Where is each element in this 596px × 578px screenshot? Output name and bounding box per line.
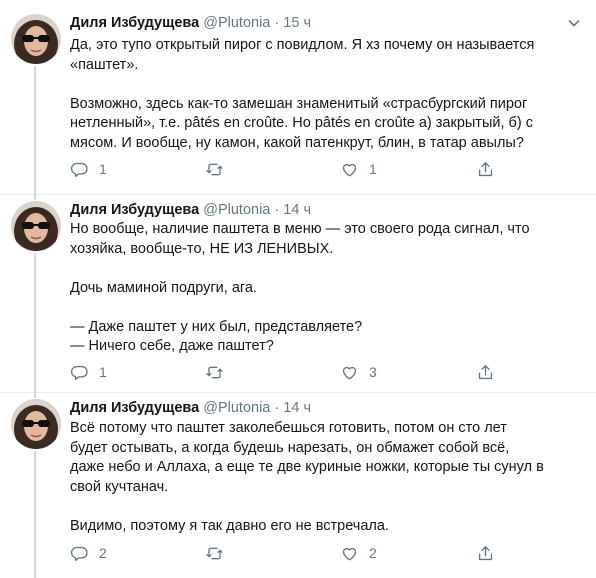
- tweet-text: Да, это тупо открытый пирог с повидлом. …: [70, 36, 580, 153]
- reply-icon: [70, 162, 88, 177]
- tweet-text-line: Видимо, поэтому я так давно его не встре…: [70, 517, 389, 534]
- tweet-thread: Диля Избудущева @Plutonia · 15 ч Да, это…: [0, 0, 596, 578]
- separator-dot: ·: [274, 15, 280, 31]
- like-count: 3: [369, 364, 377, 380]
- retweet-icon: [206, 163, 223, 175]
- avatar[interactable]: [11, 201, 61, 251]
- tweet-text-line: — Ничего себе, даже паштет?: [70, 338, 274, 354]
- avatar[interactable]: [11, 14, 61, 64]
- tweet[interactable]: Диля Избудущева @Plutonia · 14 ч Но вооб…: [0, 195, 596, 393]
- tweet-text-line: Возможно, здесь как-то замешан знамениты…: [70, 95, 528, 112]
- like-button[interactable]: 3: [340, 362, 377, 382]
- reply-icon: [70, 365, 88, 380]
- timestamp[interactable]: 14 ч: [283, 400, 311, 416]
- tweet-text-line: Да, это тупо открытый пирог с повидлом. …: [70, 37, 535, 53]
- reply-button[interactable]: 1: [70, 159, 107, 179]
- author-name[interactable]: Диля Избудущева: [70, 202, 199, 218]
- heart-icon: [342, 547, 357, 561]
- share-button[interactable]: [476, 362, 495, 382]
- thread-connector: [34, 253, 36, 393]
- heart-icon: [342, 163, 357, 177]
- separator-dot: ·: [274, 400, 280, 416]
- action-bar: 1 1: [70, 159, 570, 179]
- author-handle[interactable]: @Plutonia: [203, 15, 270, 31]
- like-count: 1: [369, 161, 377, 177]
- tweet-text-line: — Даже паштет у них был, представляете?: [70, 318, 363, 335]
- tweet[interactable]: Диля Избудущева @Plutonia · 14 ч Всё пот…: [0, 393, 596, 578]
- share-icon: [478, 545, 493, 560]
- share-button[interactable]: [476, 543, 495, 563]
- tweet-text-line: Но вообще, наличие паштета в меню — это …: [70, 221, 530, 237]
- like-button[interactable]: 1: [340, 159, 377, 179]
- tweet-header: Диля Избудущева @Plutonia · 14 ч: [70, 201, 311, 219]
- chevron-down-icon[interactable]: [568, 17, 580, 29]
- thread-connector: [34, 451, 36, 578]
- author-name[interactable]: Диля Избудущева: [70, 15, 199, 31]
- share-button[interactable]: [476, 159, 495, 179]
- retweet-icon: [206, 547, 223, 559]
- thread-connector: [34, 66, 36, 195]
- author-handle[interactable]: @Plutonia: [203, 202, 270, 218]
- tweet-text-line: будет остывать, а когда будешь нарезать,…: [70, 439, 510, 456]
- tweet[interactable]: Диля Избудущева @Plutonia · 15 ч Да, это…: [0, 0, 596, 195]
- reply-button[interactable]: 1: [70, 362, 107, 382]
- tweet-text: Но вообще, наличие паштета в меню — это …: [70, 220, 580, 357]
- reply-count: 2: [99, 545, 107, 561]
- action-bar: 1 3: [70, 362, 570, 382]
- action-bar: 2 2: [70, 543, 570, 563]
- tweet-text-line: нетленный», т.е. pâtés en croûte. Но pât…: [70, 115, 533, 131]
- timestamp[interactable]: 14 ч: [283, 202, 311, 218]
- timestamp[interactable]: 15 ч: [283, 15, 311, 31]
- tweet-text-line: Всё потому что паштет заколебешься готов…: [70, 420, 507, 436]
- tweet-text-line: хозяйка, вообще-то, НЕ ИЗ ЛЕНИВЫХ.: [70, 240, 334, 257]
- tweet-header: Диля Избудущева @Plutonia · 15 ч: [70, 14, 311, 32]
- like-button[interactable]: 2: [340, 543, 377, 563]
- avatar[interactable]: [11, 399, 61, 449]
- tweet-header: Диля Избудущева @Plutonia · 14 ч: [70, 399, 311, 417]
- retweet-button[interactable]: [205, 362, 234, 382]
- reply-button[interactable]: 2: [70, 543, 107, 563]
- tweet-text-line: Дочь маминой подруги, ага.: [70, 279, 257, 296]
- retweet-button[interactable]: [205, 543, 234, 563]
- share-icon: [478, 161, 493, 176]
- tweet-text-line: свой кучтанач.: [70, 478, 169, 495]
- thread-connector: [34, 195, 36, 200]
- heart-icon: [342, 366, 357, 380]
- author-handle[interactable]: @Plutonia: [203, 400, 270, 416]
- author-name[interactable]: Диля Избудущева: [70, 400, 199, 416]
- tweet-text-line: мясом. И вообще, ну камон, какой патенкр…: [70, 134, 524, 151]
- tweet-text-line: даже небо и Аллаха, а еще те две куриные…: [70, 459, 544, 475]
- reply-count: 1: [99, 364, 107, 380]
- tweet-text-line: «паштет».: [70, 56, 139, 73]
- like-count: 2: [369, 545, 377, 561]
- reply-icon: [70, 546, 88, 561]
- retweet-icon: [206, 366, 223, 378]
- reply-count: 1: [99, 161, 107, 177]
- share-icon: [478, 364, 493, 379]
- thread-connector: [34, 393, 36, 398]
- retweet-button[interactable]: [205, 159, 234, 179]
- tweet-text: Всё потому что паштет заколебешься готов…: [70, 419, 580, 536]
- separator-dot: ·: [274, 202, 280, 218]
